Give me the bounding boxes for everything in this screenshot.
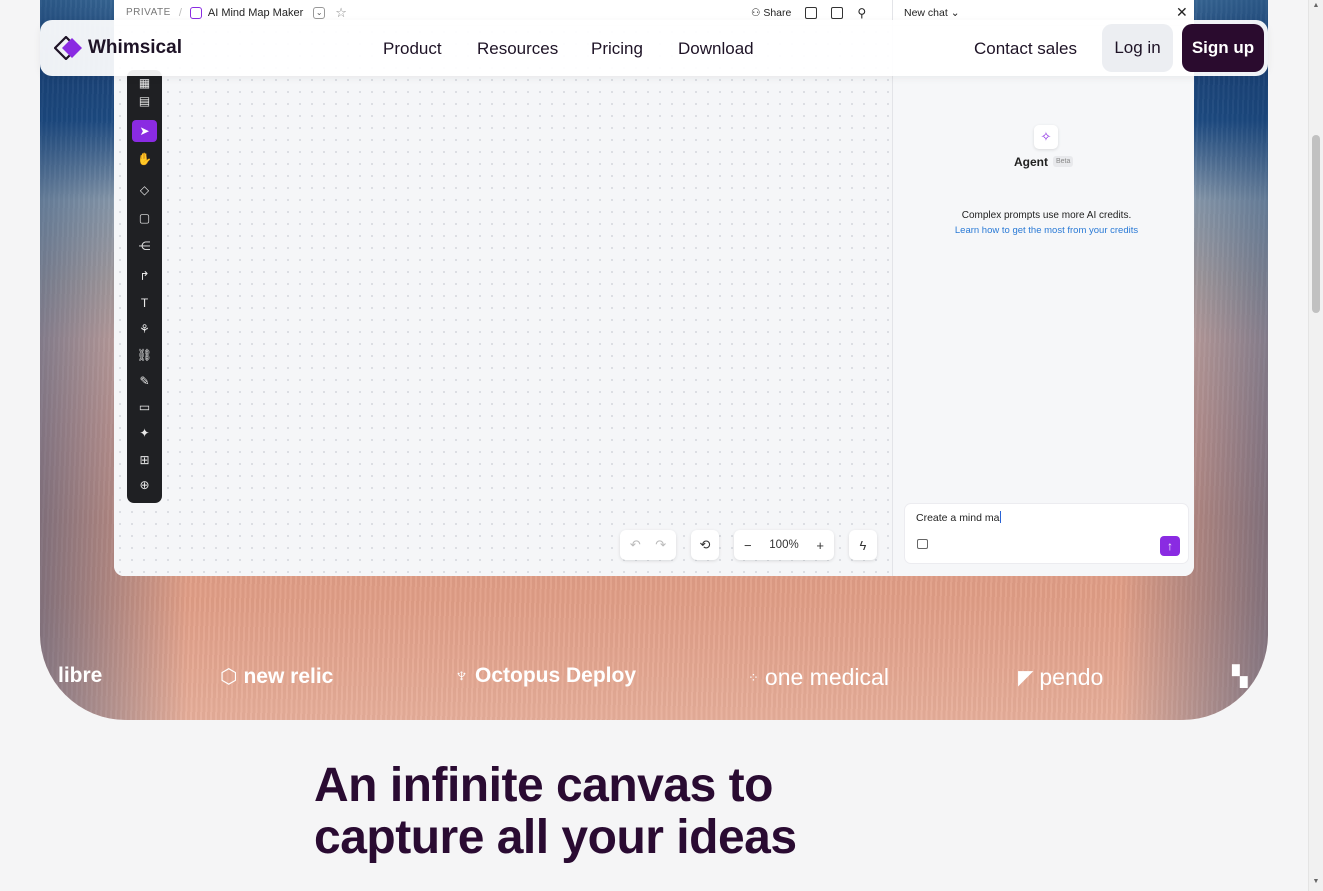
lightning-icon[interactable]: ϟ: [849, 530, 877, 560]
nav-resources[interactable]: Resources: [477, 39, 558, 59]
sticky-note-icon[interactable]: ▢: [132, 207, 157, 229]
breadcrumb-separator: /: [178, 6, 182, 19]
share-label: Share: [763, 6, 792, 19]
pencil-tool-icon[interactable]: ✎: [132, 370, 157, 392]
page-scrollbar[interactable]: ▲ ▼: [1308, 0, 1323, 891]
agent-name: Agent: [1014, 155, 1048, 169]
brand-libre: libre: [58, 664, 102, 688]
agent-chat-box: Create a mind ma ↑: [905, 504, 1188, 563]
close-icon[interactable]: ✕: [1176, 4, 1188, 21]
brand-name[interactable]: Whimsical: [88, 37, 182, 59]
nav-product[interactable]: Product: [383, 39, 442, 59]
undo-icon[interactable]: ↶: [630, 537, 641, 553]
tool-palette: ▦ ▤ ➤ ✋ ◇ ▢ ⋲ ↱ T ⚘ ⛓ ✎ ▭ ✦ ⊞ ⊕: [127, 70, 162, 503]
text-tool-icon[interactable]: T: [132, 292, 157, 314]
brand-pendo: ◤ pendo: [1018, 664, 1103, 691]
agent-credits-note: Complex prompts use more AI credits.: [961, 210, 1132, 221]
brand-pendo-label: pendo: [1039, 664, 1104, 690]
whimsical-logo-icon[interactable]: [54, 36, 84, 60]
signup-button[interactable]: Sign up: [1182, 24, 1264, 72]
section-tool-icon[interactable]: ▭: [132, 396, 157, 418]
zoom-level[interactable]: 100%: [769, 539, 798, 551]
headline-line-2: capture all your ideas: [314, 811, 797, 864]
icons-tool-icon[interactable]: ⚘: [132, 318, 157, 340]
scroll-thumb[interactable]: [1312, 135, 1320, 313]
hand-tool-icon[interactable]: ✋: [132, 148, 157, 170]
undo-redo-group: ↶ ↷: [620, 530, 676, 560]
link-tool-icon[interactable]: ⛓: [132, 344, 157, 366]
templates-icon[interactable]: ⊞: [132, 449, 157, 471]
brand-partial-icon: ▚: [1232, 664, 1247, 689]
chevron-down-icon: ⌄: [950, 6, 960, 19]
partial-logo-icon: ▚: [1232, 666, 1248, 688]
comment-icon[interactable]: [831, 6, 844, 19]
add-icon[interactable]: ⊕: [132, 474, 157, 496]
agent-credits-link[interactable]: Learn how to get the most from your cred…: [904, 225, 1189, 236]
ai-sparkle-icon[interactable]: ✦: [132, 422, 157, 444]
customer-logos: libre ⬡ new relic ♆ Octopus Deploy ⁘ one me…: [40, 664, 1268, 700]
brand-libre-label: libre: [58, 664, 103, 687]
app-window-mockup: PRIVATE / AI Mind Map Maker ⌄ ☆ ⚇ Share …: [114, 0, 1194, 576]
agent-panel: [893, 26, 1194, 576]
connector-tool-icon[interactable]: ↱: [132, 265, 157, 287]
brand-octopus-deploy: ♆ Octopus Deploy: [454, 664, 636, 688]
topbar-actions: ⚇ Share ⚲: [751, 6, 866, 20]
scroll-down-arrow-icon[interactable]: ▼: [1312, 878, 1320, 885]
history-icon[interactable]: ⟲: [691, 530, 719, 560]
brand-new-relic-label: new relic: [243, 664, 334, 688]
beta-badge: Beta: [1053, 156, 1074, 167]
present-icon[interactable]: [805, 6, 818, 19]
new-chat-label: New chat: [904, 6, 948, 19]
doc-title[interactable]: AI Mind Map Maker: [208, 7, 303, 19]
zoom-out-icon[interactable]: −: [744, 538, 752, 553]
star-icon[interactable]: ☆: [335, 5, 347, 21]
chat-input[interactable]: Create a mind ma: [916, 511, 1001, 524]
new-chat-dropdown[interactable]: New chat ⌄: [904, 7, 960, 19]
grid-icon[interactable]: ▤: [132, 90, 157, 112]
main-navigation: Whimsical Product Resources Pricing Down…: [40, 20, 1268, 76]
brand-one-medical-label: one medical: [764, 664, 889, 690]
contact-sales-link[interactable]: Contact sales: [974, 39, 1077, 59]
section-headline: An infinite canvas to capture all your i…: [314, 760, 797, 864]
new-relic-logo-icon: ⬡: [220, 666, 238, 688]
users-icon: ⚇: [751, 6, 761, 19]
login-button[interactable]: Log in: [1102, 24, 1173, 72]
doc-icon: [189, 6, 202, 19]
privacy-label: PRIVATE: [126, 7, 171, 18]
chevron-down-icon[interactable]: ⌄: [313, 6, 326, 19]
select-tool-icon[interactable]: ➤: [132, 120, 157, 142]
zoom-in-icon[interactable]: +: [816, 538, 824, 553]
one-medical-logo-icon: ⁘: [748, 669, 759, 685]
image-attach-icon[interactable]: [917, 539, 928, 549]
octopus-logo-icon: ♆: [454, 664, 469, 687]
send-button[interactable]: ↑: [1160, 536, 1180, 556]
scroll-up-arrow-icon[interactable]: ▲: [1312, 2, 1320, 9]
mindmap-tool-icon[interactable]: ⋲: [132, 235, 157, 257]
nav-download[interactable]: Download: [678, 39, 754, 59]
share-button[interactable]: ⚇ Share: [751, 7, 791, 19]
brand-octopus-label: Octopus Deploy: [475, 664, 637, 687]
brand-new-relic: ⬡ new relic: [220, 664, 333, 689]
agent-sparkle-icon: ✧: [1034, 125, 1058, 149]
headline-line-1: An infinite canvas to: [314, 759, 773, 812]
shapes-tool-icon[interactable]: ◇: [132, 179, 157, 201]
zoom-controls: − 100% +: [734, 530, 834, 560]
nav-pricing[interactable]: Pricing: [591, 39, 643, 59]
redo-icon[interactable]: ↷: [655, 537, 666, 553]
search-icon[interactable]: ⚲: [857, 6, 866, 20]
brand-one-medical: ⁘ one medical: [748, 664, 889, 691]
pendo-logo-icon: ◤: [1018, 667, 1034, 689]
dotted-canvas[interactable]: [114, 26, 892, 576]
